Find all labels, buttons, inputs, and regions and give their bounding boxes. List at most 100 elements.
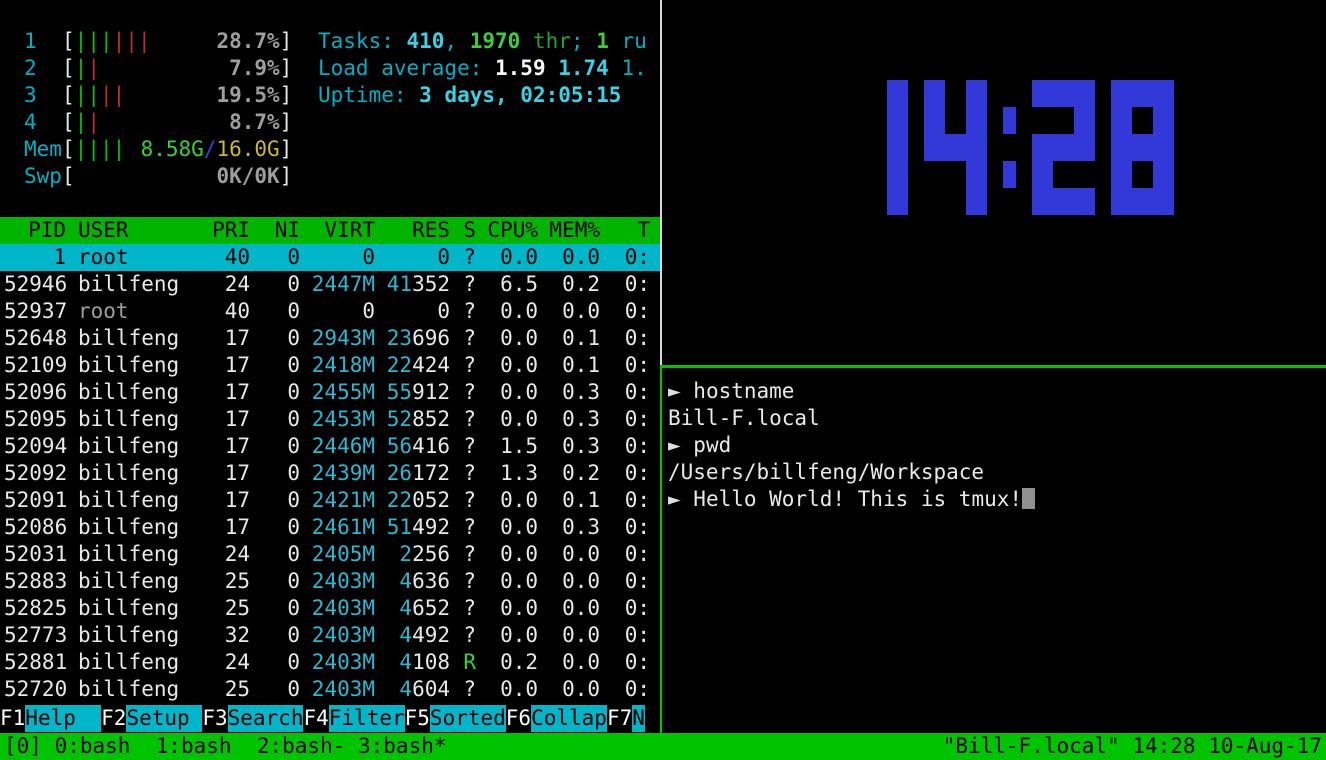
meter-bar-green: |	[87, 137, 100, 161]
col-header-s[interactable]: S	[450, 217, 476, 244]
process-pid: 52086	[4, 514, 66, 541]
meter-bar-red: |	[87, 56, 100, 80]
process-row[interactable]: 52773billfeng3202403M4492?0.00.00:	[0, 622, 660, 649]
process-time: 0:	[600, 352, 650, 379]
clock-cell	[866, 161, 887, 188]
process-virt: 2403M	[300, 676, 375, 703]
col-header-mem[interactable]: MEM%	[538, 217, 600, 244]
process-res: 4492	[375, 622, 450, 649]
col-header-res[interactable]: RES	[375, 217, 450, 244]
info-text: 1.74	[558, 56, 621, 80]
fnkey-f7[interactable]: F7	[607, 705, 632, 732]
htop-pane[interactable]: 1 [||||||28.7%]2 [||7.9%]3 [||||19.5%]4 …	[0, 0, 660, 733]
process-res: 55912	[375, 379, 450, 406]
fnkey-f4-label[interactable]: Filter	[329, 705, 405, 732]
res-high-digits: 4	[399, 623, 412, 647]
fnkey-f4[interactable]: F4	[303, 705, 328, 732]
system-info-line: Tasks: 410, 1970 thr; 1 ru	[318, 28, 647, 55]
process-time: 0:	[600, 649, 650, 676]
terminal-text: pwd	[693, 433, 731, 457]
process-pid: 52095	[4, 406, 66, 433]
process-row[interactable]: 52883billfeng2502403M4636?0.00.00:	[0, 568, 660, 595]
clock-pane[interactable]	[662, 0, 1326, 365]
process-row[interactable]: 52946billfeng2402447M41352?6.50.20:	[0, 271, 660, 298]
fnkey-f6-label[interactable]: Collap	[531, 705, 607, 732]
terminal-cursor[interactable]	[1022, 488, 1035, 509]
fnkey-f5-label[interactable]: Sorted	[430, 705, 506, 732]
info-text: 1.	[621, 56, 646, 80]
process-virt: 0	[300, 244, 375, 271]
res-high-digits: 41	[387, 272, 412, 296]
fnkey-f1[interactable]: F1	[0, 705, 25, 732]
clock-cell	[945, 134, 966, 161]
system-info-line: Uptime: 3 days, 02:05:15	[318, 82, 647, 109]
process-row[interactable]: 52825billfeng2502403M4652?0.00.00:	[0, 595, 660, 622]
fnkey-f1-label[interactable]: Help	[25, 705, 101, 732]
process-mem: 0.0	[538, 298, 600, 325]
process-ni: 0	[250, 595, 300, 622]
process-row[interactable]: 52086billfeng1702461M51492?0.00.30:	[0, 514, 660, 541]
fnkey-f5[interactable]: F5	[405, 705, 430, 732]
clock-cell	[1032, 107, 1053, 134]
terminal-pane[interactable]: ► hostnameBill-F.local► pwd/Users/billfe…	[662, 368, 1326, 733]
process-pid: 52109	[4, 352, 66, 379]
process-virt: 2453M	[300, 406, 375, 433]
fnkey-f2[interactable]: F2	[101, 705, 126, 732]
process-row[interactable]: 52096billfeng1702455M55912?0.00.30:	[0, 379, 660, 406]
process-user: billfeng	[66, 595, 200, 622]
process-user: billfeng	[66, 487, 200, 514]
function-key-bar[interactable]: F1Help F2Setup F3SearchF4FilterF5SortedF…	[0, 705, 645, 732]
process-row[interactable]: 52937root40000?0.00.00:	[0, 298, 660, 325]
clock-digit-2	[1032, 80, 1095, 215]
res-high-digits: 26	[387, 461, 412, 485]
clock-cell	[1003, 161, 1016, 188]
meter-value: 7.9%	[229, 55, 280, 82]
fnkey-f3-label[interactable]: Search	[228, 705, 304, 732]
fnkey-f6[interactable]: F6	[506, 705, 531, 732]
res-low-digits: 492	[412, 515, 450, 539]
tmux-window-list[interactable]: [0] 0:bash 1:bash 2:bash- 3:bash*	[4, 733, 447, 760]
fnkey-f2-label[interactable]: Setup	[126, 705, 202, 732]
process-table[interactable]: PIDUSERPRINIVIRTRESSCPU%MEM%T1root40000?…	[0, 217, 660, 703]
info-text: Load average:	[318, 56, 495, 80]
process-row[interactable]: 52095billfeng1702453M52852?0.00.30:	[0, 406, 660, 433]
info-text: 1.59	[495, 56, 558, 80]
col-header-user[interactable]: USER	[66, 217, 200, 244]
col-header-time[interactable]: T	[600, 217, 650, 244]
process-pri: 17	[200, 325, 250, 352]
process-mem: 0.1	[538, 325, 600, 352]
prompt-arrow-icon: ►	[668, 487, 693, 511]
process-row[interactable]: 1root40000?0.00.00:	[0, 244, 660, 271]
clock-cell	[924, 161, 945, 188]
process-row[interactable]: 52648billfeng1702943M23696?0.00.10:	[0, 325, 660, 352]
clock-cell	[845, 188, 866, 215]
fnkey-f7-label[interactable]: N	[632, 705, 645, 732]
process-mem: 0.2	[538, 460, 600, 487]
clock-cell	[1153, 161, 1174, 188]
col-header-cpu[interactable]: CPU%	[476, 217, 538, 244]
meter-open-bracket: [	[62, 55, 75, 82]
process-row[interactable]: 52109billfeng1702418M22424?0.00.10:	[0, 352, 660, 379]
process-row[interactable]: 52881billfeng2402403M4108R0.20.00:	[0, 649, 660, 676]
process-row[interactable]: 52720billfeng2502403M4604?0.00.00:	[0, 676, 660, 703]
meter-value-part: 8.7%	[229, 110, 280, 134]
process-res: 4636	[375, 568, 450, 595]
process-pid: 1	[4, 244, 66, 271]
fnkey-f3[interactable]: F3	[202, 705, 227, 732]
col-header-pri[interactable]: PRI	[200, 217, 250, 244]
process-mem: 0.2	[538, 271, 600, 298]
process-pid: 52946	[4, 271, 66, 298]
process-table-header[interactable]: PIDUSERPRINIVIRTRESSCPU%MEM%T	[0, 217, 660, 244]
process-pid: 52825	[4, 595, 66, 622]
process-row[interactable]: 52031billfeng2402405M2256?0.00.00:	[0, 541, 660, 568]
res-low-digits: 172	[412, 461, 450, 485]
col-header-pid[interactable]: PID	[4, 217, 66, 244]
process-pid: 52091	[4, 487, 66, 514]
col-header-virt[interactable]: VIRT	[300, 217, 375, 244]
process-time: 0:	[600, 379, 650, 406]
process-row[interactable]: 52094billfeng1702446M56416?1.50.30:	[0, 433, 660, 460]
process-row[interactable]: 52092billfeng1702439M26172?1.30.20:	[0, 460, 660, 487]
col-header-ni[interactable]: NI	[250, 217, 300, 244]
meter-bar-green: |	[113, 137, 126, 161]
process-row[interactable]: 52091billfeng1702421M22052?0.00.10:	[0, 487, 660, 514]
